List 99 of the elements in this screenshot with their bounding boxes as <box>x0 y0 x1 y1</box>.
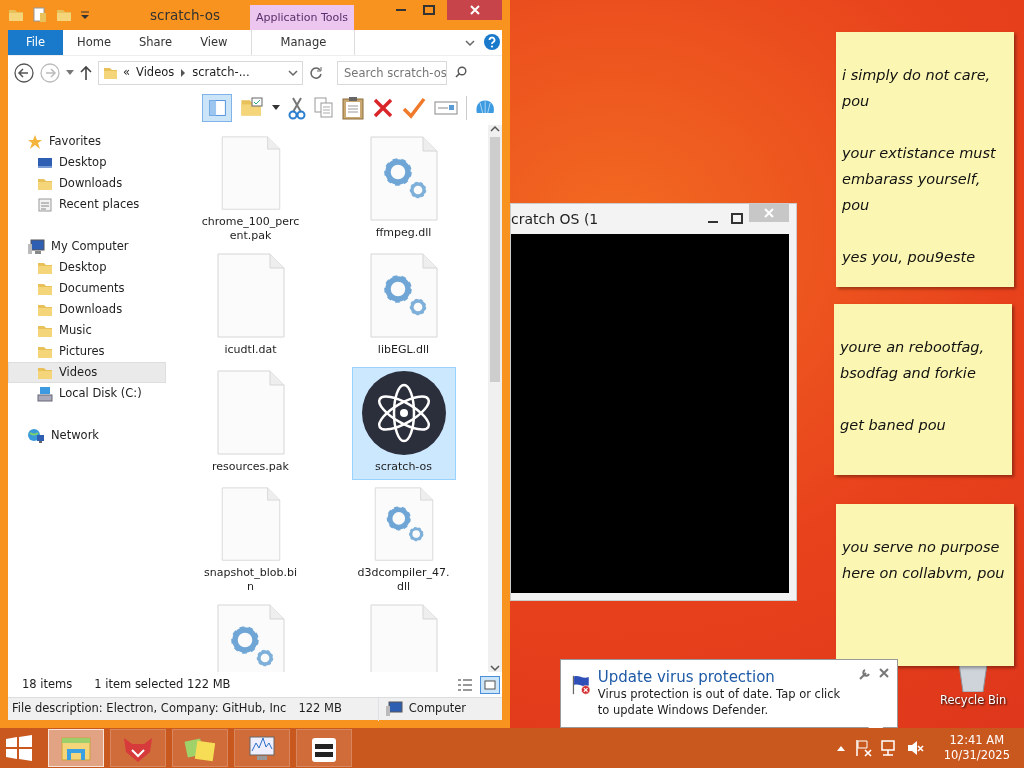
breadcrumb-item[interactable]: scratch-... <box>192 64 250 82</box>
nav-item[interactable]: Desktop <box>8 257 166 278</box>
shell-icon[interactable] <box>466 95 496 120</box>
scroll-up-icon[interactable] <box>490 125 500 133</box>
dropdown-icon[interactable] <box>288 69 298 77</box>
computer-icon <box>27 238 45 255</box>
details-view-icon[interactable] <box>456 676 474 693</box>
file-item[interactable]: icudtl.dat <box>198 250 303 363</box>
note-text: you serve no purpose here on collabvm, pou <box>842 538 1006 583</box>
nav-item[interactable]: Pictures <box>8 341 166 362</box>
large-icons-view-icon[interactable] <box>480 675 500 694</box>
star-icon <box>27 133 43 150</box>
note-text: get baned pou <box>840 416 947 435</box>
caret-icon[interactable] <box>272 104 280 111</box>
desktop-icon-label[interactable]: Recycle Bin <box>940 692 1007 710</box>
toast-message: Virus protection is out of date. Tap or click to update Windows Defender. <box>597 686 842 718</box>
atom-app-icon <box>359 370 448 456</box>
gear-file-icon <box>369 136 438 222</box>
network-icon[interactable] <box>879 739 898 757</box>
properties-icon[interactable] <box>32 7 48 23</box>
chevron-icon <box>180 69 187 77</box>
breadcrumb-item[interactable]: « <box>123 64 131 82</box>
file-item[interactable]: chrome_100_perc ent.pak <box>198 133 303 246</box>
speaker-muted-icon[interactable] <box>905 739 924 757</box>
computer-icon <box>384 701 403 717</box>
check-icon[interactable] <box>402 96 426 119</box>
up-icon[interactable] <box>80 65 92 81</box>
rename-icon[interactable] <box>434 98 458 117</box>
ribbon-tab[interactable]: Home <box>63 30 125 55</box>
note-text: youre an rebootfag, bsodfag and forkie <box>840 338 986 383</box>
folder-icon <box>8 7 24 23</box>
help-icon[interactable] <box>484 34 500 50</box>
taskbar-button[interactable] <box>296 729 352 767</box>
delete-icon[interactable] <box>372 96 394 119</box>
context-tab-label: Application Tools <box>249 5 355 30</box>
ribbon-tab[interactable]: Share <box>124 30 187 55</box>
nav-item[interactable]: My Computer <box>8 236 166 257</box>
file-item[interactable]: d3dcompiler_47. dll <box>351 484 456 597</box>
flag-icon[interactable] <box>853 739 872 757</box>
nav-item[interactable]: Favorites <box>8 131 166 152</box>
network-icon <box>27 427 45 444</box>
caret-icon[interactable] <box>80 10 90 20</box>
nav-item[interactable]: Downloads <box>8 299 166 320</box>
back-icon[interactable] <box>14 63 34 83</box>
ribbon-tab[interactable]: File <box>8 30 63 55</box>
ribbon-tab[interactable]: View <box>186 30 242 55</box>
file-item[interactable]: resources.pak <box>198 367 303 480</box>
file-item[interactable]: ffmpeg.dll <box>351 133 456 246</box>
maximize-icon <box>423 5 435 15</box>
drive-icon <box>37 385 53 402</box>
recent-places-icon <box>37 196 53 213</box>
file-description: File description: Electron, Company: GitHub, Inc <box>11 700 288 718</box>
start-button[interactable] <box>4 735 34 761</box>
note-text: your extistance must embarass yourself, pou <box>842 144 997 215</box>
blank-file-icon <box>216 253 285 339</box>
wrench-icon[interactable] <box>859 668 871 680</box>
file-size: 122 MB <box>297 700 343 718</box>
note-text: yes you, pou9este <box>842 248 977 267</box>
nav-item[interactable]: Desktop <box>8 152 166 173</box>
file-item[interactable]: libEGL.dll <box>351 250 456 363</box>
nav-item[interactable]: Documents <box>8 278 166 299</box>
refresh-icon[interactable] <box>309 66 323 80</box>
nav-item[interactable]: Local Disk (C:) <box>8 383 166 404</box>
close-icon <box>469 5 480 15</box>
search-icon <box>455 66 467 78</box>
file-item[interactable]: scratch-os <box>351 367 456 480</box>
toast-title: Update virus protection <box>597 668 776 686</box>
preview-pane-icon[interactable] <box>202 93 232 122</box>
notification-toast[interactable]: Update virus protection Virus protection is out of date. Tap or click to update Windows Defender. <box>560 659 898 728</box>
selection-info: 1 item selected 122 MB <box>94 675 231 693</box>
window-title: scratch-os <box>150 5 220 25</box>
window-title: cratch OS (1 <box>511 209 599 229</box>
show-hidden-icons-icon[interactable] <box>835 744 846 752</box>
gear-file-icon <box>369 253 438 339</box>
note-text: i simply do not care, pou <box>842 66 992 111</box>
nav-item[interactable]: Music <box>8 320 166 341</box>
scissors-icon[interactable] <box>288 95 306 120</box>
blank-file-icon <box>216 370 285 456</box>
folder-icon <box>103 65 117 81</box>
scrollbar-thumb[interactable] <box>490 137 500 382</box>
minimize-icon <box>396 9 406 11</box>
search-field[interactable]: Search scratch-os <box>337 61 447 85</box>
location-label: Computer <box>408 700 466 718</box>
address-field[interactable]: « Videos scratch-... <box>98 61 303 85</box>
nav-item[interactable]: Network <box>8 425 166 446</box>
file-item[interactable]: snapshot_blob.bi n <box>198 484 303 597</box>
expand-ribbon-icon[interactable] <box>464 37 476 49</box>
clock-date: 10/31/2025 <box>943 748 1010 763</box>
clock-time: 12:41 AM <box>948 733 1006 748</box>
nav-item[interactable]: Videos <box>8 362 166 383</box>
nav-item[interactable]: Recent places <box>8 194 166 215</box>
scroll-down-icon[interactable] <box>490 664 500 672</box>
item-count: 18 items <box>22 675 73 693</box>
close-button[interactable] <box>447 0 502 20</box>
windows-logo-icon <box>4 735 34 761</box>
close-icon[interactable] <box>879 668 889 678</box>
nav-item[interactable]: Downloads <box>8 173 166 194</box>
breadcrumb-item[interactable]: Videos <box>136 64 175 82</box>
paste-icon[interactable] <box>342 95 364 120</box>
